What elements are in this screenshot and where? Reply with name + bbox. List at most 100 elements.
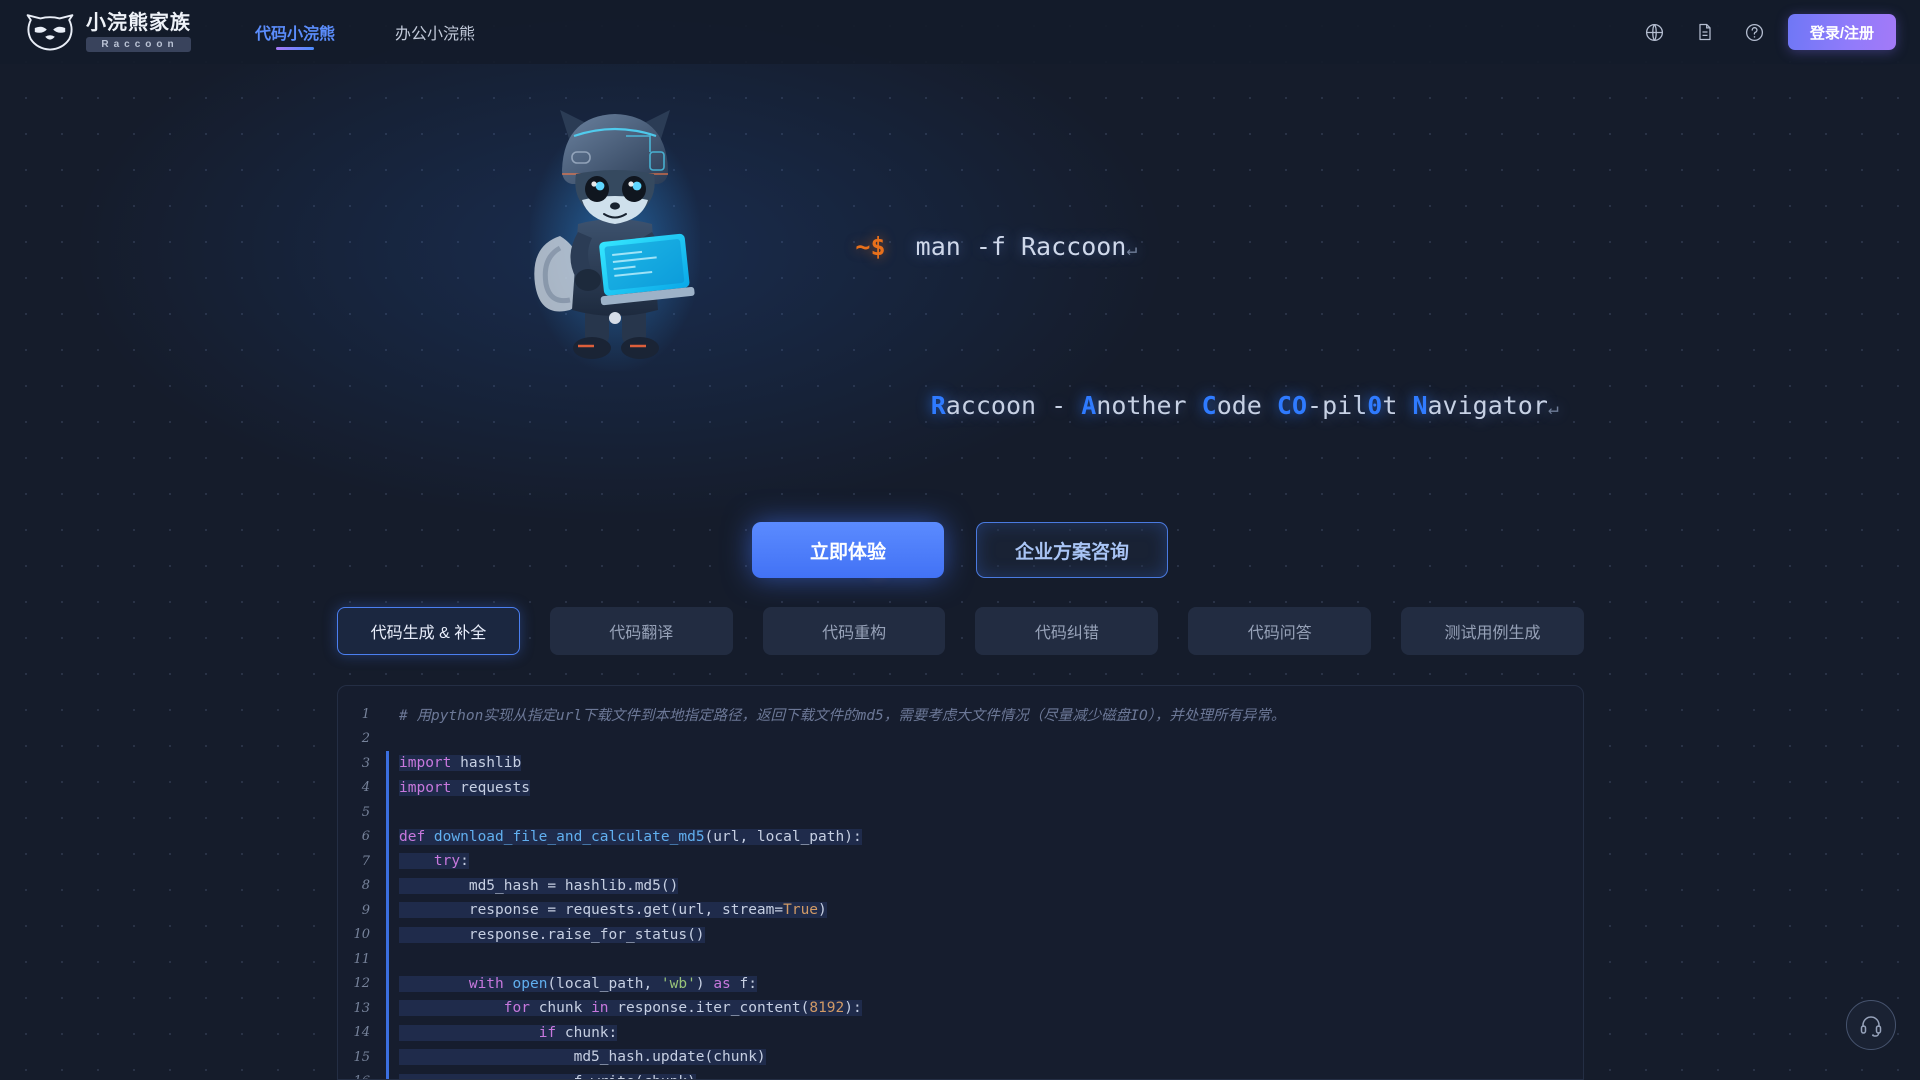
desc-text: nother (1096, 391, 1202, 420)
code-token: hashlib (451, 755, 522, 772)
code-text: response.raise_for_status() (389, 926, 705, 943)
code-token: with (468, 975, 513, 992)
terminal-description: Raccoon - Another Code CO-pil0t Navigato… (931, 391, 1548, 420)
code-text: md5_hash.update(chunk) (389, 1049, 766, 1066)
code-line: 4 import requests (338, 775, 1583, 800)
code-text: for chunk in response.iter_content(8192)… (389, 1000, 862, 1017)
code-token: try (433, 853, 461, 870)
code-token: ) (695, 975, 714, 992)
feature-tab-4[interactable]: 代码问答 (1188, 607, 1372, 655)
code-text: # 用python实现从指定url下载文件到本地指定路径，返回下载文件的md5，… (389, 704, 1285, 725)
code-token: 8192 (809, 1000, 845, 1017)
code-token: ): (844, 1000, 862, 1017)
code-line: 9 response = requests.get(url, stream=Tr… (338, 898, 1583, 923)
code-token: f.write(chunk) (399, 1074, 696, 1079)
brand-logo[interactable]: 小浣熊家族 Raccoon (24, 12, 191, 52)
feature-tab-5[interactable]: 测试用例生成 (1401, 607, 1584, 655)
cta-row: 立即体验 企业方案咨询 (0, 522, 1920, 578)
headset-icon (1860, 1016, 1882, 1037)
feature-tab-label: 代码重构 (822, 625, 887, 642)
document-icon[interactable] (1688, 15, 1722, 49)
desc-highlight-char: C (1276, 391, 1292, 420)
code-preview-panel: 1 # 用python实现从指定url下载文件到本地指定路径，返回下载文件的md5… (337, 685, 1584, 1080)
feature-tab-2[interactable]: 代码重构 (762, 607, 946, 655)
line-number: 2 (361, 731, 370, 747)
code-line: 16 f.write(chunk) (338, 1069, 1583, 1079)
code-line: 12 with open(local_path, 'wb') as f: (338, 971, 1583, 996)
desc-highlight-char: N (1412, 391, 1428, 420)
code-line: 5 (338, 800, 1583, 825)
nav-active-underline (276, 47, 314, 50)
code-change-bar (386, 727, 389, 752)
top-header: 小浣熊家族 Raccoon 代码小浣熊 办公小浣熊 登录/注册 (0, 0, 1920, 64)
help-icon[interactable] (1738, 15, 1772, 49)
line-number: 13 (353, 1000, 370, 1016)
code-token: # 用python实现从指定url下载文件到本地指定路径，返回下载文件的md5，… (399, 707, 1286, 724)
code-line: 15 md5_hash.update(chunk) (338, 1045, 1583, 1070)
terminal-line-command: ~$ man -f Raccoon↵ (735, 169, 1559, 328)
terminal-prompt: ~$ (855, 232, 886, 261)
code-token: response = requests.get(url, stream= (399, 902, 784, 919)
login-register-button[interactable]: 登录/注册 (1787, 14, 1896, 50)
line-number: 14 (353, 1025, 370, 1041)
code-line: 10 response.raise_for_status() (338, 922, 1583, 947)
code-token: as (713, 975, 740, 992)
code-token: download_file_and_calculate_md5 (433, 828, 705, 845)
nav-item-label: 代码小浣熊 (255, 26, 336, 43)
feature-tab-label: 测试用例生成 (1444, 625, 1541, 642)
code-token: 'wb' (660, 975, 696, 992)
code-line: 11 (338, 947, 1583, 972)
feature-tab-3[interactable]: 代码纠错 (975, 607, 1159, 655)
feature-tab-0[interactable]: 代码生成 & 补全 (337, 607, 520, 655)
try-now-button[interactable]: 立即体验 (752, 522, 944, 578)
code-text: md5_hash = hashlib.md5() (389, 877, 679, 894)
code-token: chunk (538, 1000, 592, 1017)
feature-tab-label: 代码纠错 (1034, 625, 1099, 642)
terminal-line-description: Raccoon - Another Code CO-pil0t Navigato… (735, 328, 1559, 487)
code-token: response.raise_for_status() (399, 926, 705, 943)
terminal-command: man -f Raccoon (915, 232, 1127, 261)
line-number: 5 (361, 804, 370, 820)
code-token: import (399, 779, 452, 796)
code-token: open (512, 975, 548, 992)
code-line: 2 (338, 727, 1583, 752)
code-text: import requests (389, 779, 530, 796)
globe-icon[interactable] (1638, 15, 1672, 49)
line-number: 11 (353, 951, 370, 967)
code-token: : (460, 853, 469, 870)
code-change-bar (386, 800, 389, 825)
hero-section: ~$ man -f Raccoon↵ Raccoon - Another Cod… (0, 64, 1920, 579)
code-token: if (538, 1024, 565, 1041)
brand-title: 小浣熊家族 (86, 12, 191, 34)
support-headset-button[interactable] (1846, 1000, 1896, 1050)
main-nav: 代码小浣熊 办公小浣熊 (249, 0, 529, 64)
code-token: def (399, 828, 434, 845)
nav-item-label: 办公小浣熊 (395, 26, 476, 43)
code-token: requests (451, 779, 530, 796)
feature-tab-1[interactable]: 代码翻译 (549, 607, 733, 655)
brand-subtitle: Raccoon (86, 37, 191, 52)
code-text: with open(local_path, 'wb') as f: (389, 975, 757, 992)
line-number: 1 (361, 706, 370, 722)
code-change-bar (386, 947, 389, 972)
code-text: f.write(chunk) (389, 1073, 696, 1079)
code-token: response.iter_content( (617, 1000, 810, 1017)
code-line: 14 if chunk: (338, 1020, 1583, 1045)
header-actions: 登录/注册 (1638, 14, 1896, 50)
desc-text: -pil (1307, 391, 1368, 420)
enterprise-consult-button[interactable]: 企业方案咨询 (976, 522, 1168, 578)
nav-item-office-raccoon[interactable]: 办公小浣熊 (389, 0, 481, 64)
desc-text: - (1051, 391, 1082, 420)
brand-text: 小浣熊家族 Raccoon (86, 12, 191, 52)
desc-text: t (1382, 391, 1413, 420)
code-line: 3 import hashlib (338, 751, 1583, 776)
code-token: (local_path, (547, 975, 661, 992)
line-number: 16 (338, 1074, 386, 1079)
desc-highlight-char: 0 (1367, 391, 1383, 420)
nav-item-code-raccoon[interactable]: 代码小浣熊 (249, 0, 341, 64)
feature-tab-label: 代码生成 & 补全 (370, 625, 487, 642)
feature-tab-label: 代码翻译 (609, 625, 674, 642)
code-token: True (783, 902, 819, 919)
